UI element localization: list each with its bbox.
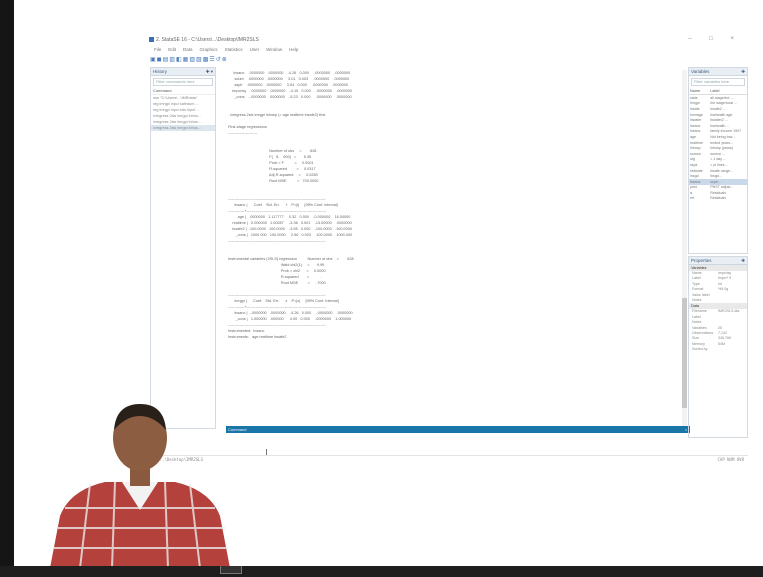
pin-icon[interactable]: ✚: [741, 257, 745, 264]
break-icon[interactable]: ⊗: [222, 57, 228, 63]
do-file-icon[interactable]: ▧: [189, 57, 196, 63]
history-item[interactable]: ivregress 2sls imrgpi lnhos...: [151, 125, 215, 131]
menu-item[interactable]: User: [250, 47, 260, 52]
close-icon[interactable]: ×: [685, 426, 687, 433]
history-list: use "C:\Users\...\IMRdata" reg imrgpi lnp…: [151, 95, 215, 131]
open-icon[interactable]: ▣: [150, 57, 157, 63]
command-input[interactable]: [226, 434, 688, 454]
variable-label: Residuals: [710, 196, 726, 201]
menu-item[interactable]: Help: [289, 47, 298, 52]
screen-left-bezel: [0, 0, 14, 577]
variable-name: ref: [690, 196, 695, 201]
pin-icon[interactable]: ✚ ▾: [206, 68, 213, 75]
property-value[interactable]: [718, 298, 747, 303]
status-indicators: CAP NUM OVR: [717, 457, 745, 462]
taskbar-tab: [220, 566, 242, 574]
property-row: Sorted by: [689, 347, 747, 352]
status-bar: C:\...\Desktop\IMR2SLS CAP NUM OVR: [148, 455, 748, 463]
variable-row[interactable]: ref Residuals: [689, 196, 747, 202]
menu-item[interactable]: Statistics: [225, 47, 243, 52]
properties-header: Properties ✚: [689, 257, 747, 265]
title-bar: 2. StataSE 16 - C:\Users\...\Desktop\IMR…: [148, 34, 748, 46]
mouse-cursor: [266, 449, 267, 455]
menu-item[interactable]: File: [154, 47, 161, 52]
history-column-header[interactable]: Command: [151, 88, 215, 95]
presenter-video: [50, 404, 230, 568]
viewer-icon[interactable]: ◧: [176, 57, 183, 63]
variable-row[interactable]: lnsanc family income 1997: [689, 129, 747, 135]
window-controls[interactable]: – □ ×: [688, 36, 742, 42]
history-header: History ✚ ▾: [151, 68, 215, 76]
stata-window: 2. StataSE 16 - C:\Users\...\Desktop\IMR…: [148, 34, 748, 454]
command-title: Command: [228, 427, 247, 432]
variables-filter-input[interactable]: Filter variables here: [691, 78, 745, 86]
menu-bar: File Edit Data Graphics Statistics User Window…: [154, 47, 305, 55]
results-scrollbar[interactable]: [682, 70, 687, 428]
menu-item[interactable]: Window: [266, 47, 282, 52]
properties-title: Properties: [691, 258, 712, 263]
command-header: Command ×: [226, 426, 690, 433]
variables-table: Name Label state all stage/ind ... imrgpi i…: [689, 88, 747, 201]
variables-pane: Variables ✚ Filter variables here Name L…: [688, 67, 748, 254]
scrollbar-thumb[interactable]: [682, 298, 687, 408]
history-pane: History ✚ ▾ Filter commands here Command…: [150, 67, 216, 429]
results-window: lnsanc .0000000 .0000000 -4.26 0.000 .00…: [226, 70, 686, 420]
results-line: Instruments: age realtime lnsafe2: [226, 335, 287, 339]
property-key: Sorted by: [692, 347, 708, 352]
menu-item[interactable]: Edit: [168, 47, 176, 52]
stata-logo-icon: [149, 37, 154, 42]
history-filter-input[interactable]: Filter commands here: [153, 78, 213, 86]
property-value[interactable]: [718, 347, 747, 352]
log-icon[interactable]: ▥: [169, 57, 176, 63]
window-title: 2. StataSE 16 - C:\Users\...\Desktop\IMR…: [156, 37, 259, 43]
variables-title: Variables: [691, 69, 710, 74]
history-title: History: [153, 69, 168, 74]
variables-header: Variables ✚: [689, 68, 747, 76]
toolbar: ▣◼▤▥◧▦▧▨▩☰↺⊗: [150, 56, 228, 64]
data-editor-icon[interactable]: ▨: [196, 57, 203, 63]
menu-item[interactable]: Graphics: [200, 47, 218, 52]
screen-bottom-bezel: [0, 566, 763, 577]
properties-pane: Properties ✚ Variables Name impcrisy Label i…: [688, 256, 748, 438]
pin-icon[interactable]: ✚: [741, 68, 745, 75]
menu-item[interactable]: Data: [183, 47, 193, 52]
